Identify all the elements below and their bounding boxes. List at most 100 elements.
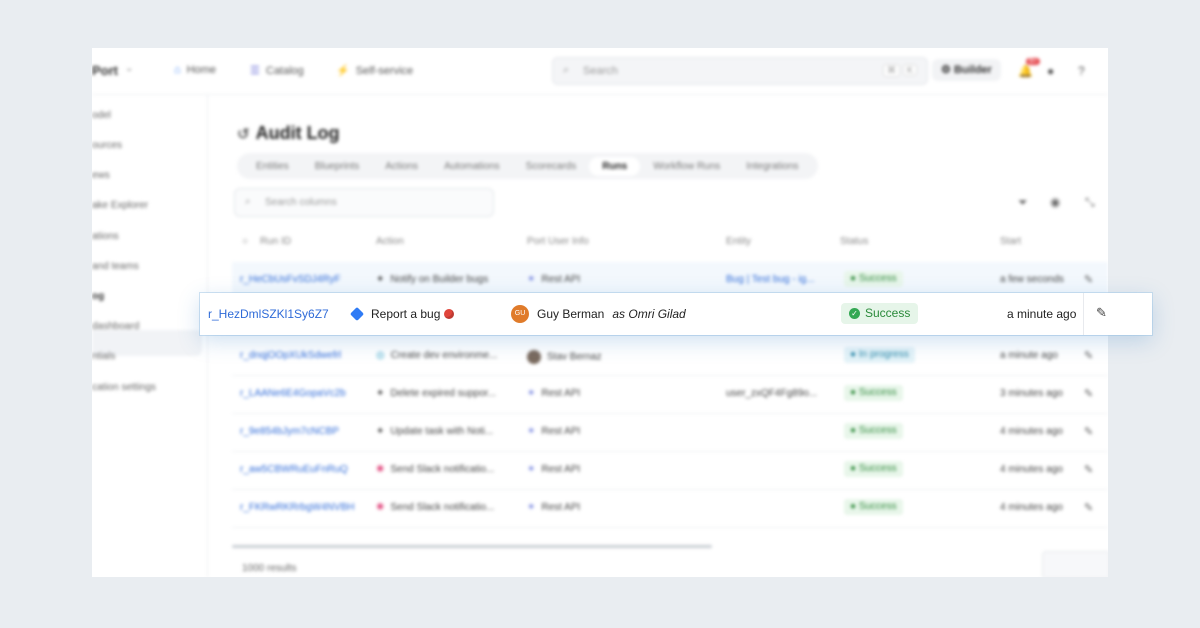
col-header-entity[interactable]: Entity [726,236,751,247]
table-row[interactable]: r_LAANe6E4GopaVc2b ✦ Delete expired suppo… [232,376,1108,414]
action-name: Notify on Builder bugs [390,274,489,285]
eye-icon[interactable]: ◉ [1050,195,1060,209]
col-header-status[interactable]: Status [840,236,868,247]
sidebar-item[interactable]: ews [92,170,110,181]
col-header-start[interactable]: Start [1000,236,1021,247]
tab-actions[interactable]: Actions [372,157,431,176]
expand-icon[interactable]: ⤡ [1085,195,1095,210]
star-icon: ✶ [527,388,536,399]
highlighted-run-row[interactable]: r_HezDmlSZKl1Sy6Z7 Report a bug GU Guy B… [200,293,1152,335]
edit-icon[interactable]: ✎ [1084,273,1093,286]
status-text: Success [858,387,897,398]
slack-icon: ✺ [376,464,385,475]
sidebar-item[interactable]: dashboard [92,321,139,332]
global-search[interactable]: ⌕ Search ⌘ K [552,57,928,85]
chevron-down-icon[interactable]: ⌄ [125,63,133,74]
table-row[interactable]: r_FKRwRKRrbgW4NVBH ✺ Send Slack notificat… [232,490,1108,528]
slack-icon: ✺ [376,502,385,513]
action-icon: ✦ [376,274,385,285]
run-id-link[interactable]: r_FKRwRKRrbgW4NVBH [240,502,355,513]
action-icon: ◎ [376,350,385,361]
action-cell: Report a bug [349,306,455,322]
action-name: Send Slack notificatio... [390,502,495,513]
page-title: ↺ Audit Log [237,123,340,144]
start-time: 4 minutes ago [1000,502,1063,513]
edit-icon[interactable]: ✎ [1084,387,1093,400]
floating-panel [1042,551,1108,577]
user-cell: ✶ Rest API [527,388,580,399]
status-badge: ● Success [844,271,903,287]
tab-blueprints[interactable]: Blueprints [302,157,372,176]
edit-icon[interactable]: ✎ [1084,463,1093,476]
run-id-link[interactable]: r_9e854bJym7cNCBP [240,426,355,437]
user-menu-icon[interactable]: ● [1047,64,1054,78]
action-name: Update task with Noti... [390,426,494,437]
col-header-user[interactable]: Port User Info [527,236,589,247]
user-cell: ✶ Rest API [527,502,580,513]
tab-entities[interactable]: Entities [243,157,302,176]
entity-link[interactable]: Bug | Test bug - ig... [726,274,824,285]
edit-icon[interactable]: ✎ [1084,501,1093,514]
table-row[interactable]: r_9e854bJym7cNCBP ✦ Update task with Noti… [232,414,1108,452]
tab-workflow-runs[interactable]: Workflow Runs [640,157,733,176]
select-all-checkbox[interactable]: ○ [242,236,248,247]
home-icon: ⌂ [174,64,181,76]
run-id-link[interactable]: r_dnqjOOpXUkSdwefrl [240,350,355,361]
sidebar-item[interactable]: ake Explorer [92,200,148,211]
edit-icon[interactable]: ✎ [1084,425,1093,438]
sidebar-item[interactable]: ntials [92,351,115,362]
brand-name[interactable]: Port [92,63,118,78]
sidebar-item[interactable]: ations [92,231,119,242]
user-cell: ✶ Rest API [527,426,580,437]
run-id-link[interactable]: r_HezDmlSZKl1Sy6Z7 [208,307,329,321]
run-id-link[interactable]: r_LAANe6E4GopaVc2b [240,388,355,399]
builder-button[interactable]: ⚙ Builder [932,59,1001,81]
star-icon: ✶ [527,274,536,285]
edit-icon[interactable]: ✎ [1084,349,1093,362]
run-id-link[interactable]: r_HeCbUsFvSDJ4RyF [240,274,355,285]
tab-automations[interactable]: Automations [431,157,513,176]
filter-icon[interactable]: ⏷ [1018,195,1028,210]
table-row[interactable]: r_dnqjOOpXUkSdwefrl ◎ Create dev environm… [232,338,1108,376]
status-badge: ✓ Success [841,303,919,324]
bell-icon[interactable]: 🔔 [1018,64,1033,78]
status-text: Success [858,273,897,284]
user-cell: ✶ Rest API [527,274,580,285]
horizontal-scrollbar[interactable] [232,545,712,548]
run-id-link[interactable]: r_aw5CBWRuEuFnRuQ [240,464,355,475]
nav-self-service[interactable]: ⚡ Self-service [336,64,413,78]
star-icon: ✶ [527,502,536,513]
column-search-placeholder: Search columns [265,197,337,208]
sidebar-item[interactable]: odel [92,110,111,121]
tab-scorecards[interactable]: Scorecards [513,157,590,176]
builder-gear-icon: ⚙ [941,64,951,76]
help-icon[interactable]: ? [1078,64,1085,78]
sidebar-item[interactable]: and teams [92,261,139,272]
sidebar: odel ources ews ake Explorer ations and … [92,94,208,577]
column-search-input[interactable]: ⌕ Search columns [234,188,494,217]
col-header-action[interactable]: Action [376,236,404,247]
check-circle-icon: ✓ [849,308,860,319]
action-name: Send Slack notificatio... [390,464,495,475]
impersonated-user: as Omri Gilad [612,307,686,321]
table-row[interactable]: r_aw5CBWRuEuFnRuQ ✺ Send Slack notificati… [232,452,1108,490]
status-badge: ● Success [844,423,903,439]
tab-integrations[interactable]: Integrations [733,157,811,176]
catalog-icon: ☰ [250,65,260,77]
sidebar-item-active[interactable]: og [92,291,104,302]
status-badge: ● Success [844,385,903,401]
nav-home[interactable]: ⌂ Home [174,64,216,76]
search-placeholder: Search [583,65,618,77]
nav-home-label: Home [186,64,216,76]
lightning-icon: ⚡ [336,65,350,77]
sidebar-item[interactable]: ources [92,140,122,151]
user-name: Rest API [541,464,581,475]
tab-runs[interactable]: Runs [589,156,641,176]
sidebar-item[interactable]: cation settings [92,382,156,393]
star-icon: ✶ [527,426,536,437]
user-cell: Stav Bernaz [527,350,601,364]
nav-catalog[interactable]: ☰ Catalog [250,64,304,78]
edit-icon[interactable]: ✎ [1096,305,1107,321]
col-header-run-id[interactable]: Run ID [260,236,291,247]
start-time: a minute ago [1000,350,1058,361]
